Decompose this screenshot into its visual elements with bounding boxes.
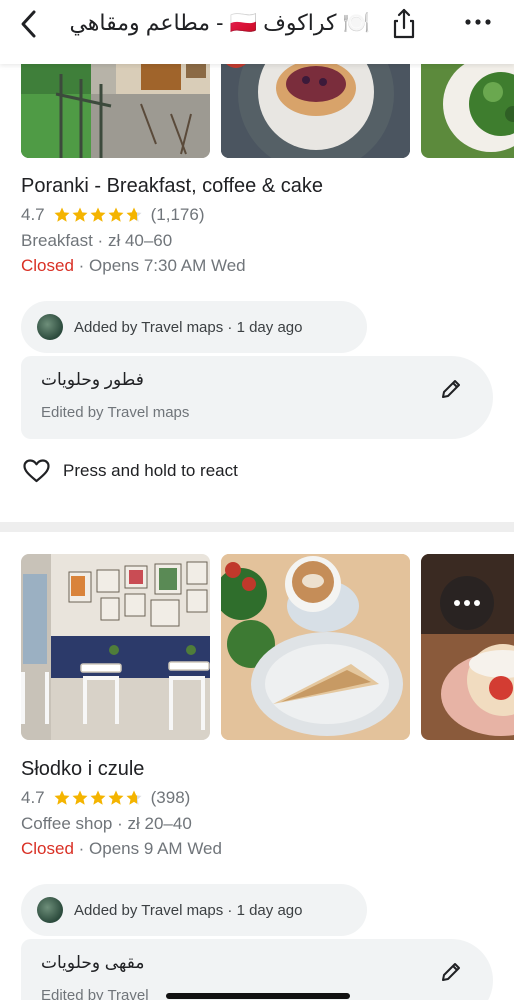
rating-value: 4.7: [21, 788, 45, 807]
share-icon: [393, 8, 415, 39]
place-photo-pancakes[interactable]: [221, 64, 410, 158]
price-range: zł 40–60: [107, 231, 173, 250]
note-card[interactable]: فطور وحلويات Edited by Travel maps: [21, 356, 493, 439]
share-button[interactable]: [390, 6, 418, 40]
list-title: 🍽️ كراكوف 🇵🇱 - مطاعم ومقاهي: [69, 10, 370, 35]
place-category: Breakfast: [21, 231, 93, 250]
react-row[interactable]: Press and hold to react: [23, 457, 238, 485]
avatar: [37, 897, 63, 923]
review-count[interactable]: (1,176): [151, 205, 205, 225]
place-photo-interior[interactable]: [21, 554, 210, 740]
place-list-screen: 🍽️ كراكوف 🇵🇱 - مطاعم ومقاهي Poranki - Br…: [0, 0, 514, 1000]
more-horizontal-icon: [465, 19, 491, 25]
rating-stars: [53, 206, 145, 224]
opening-hours: Opens 7:30 AM Wed: [89, 256, 246, 275]
open-status: Closed: [21, 256, 74, 275]
review-count[interactable]: (398): [151, 788, 191, 808]
home-indicator: [166, 993, 350, 999]
chevron-left-icon: [21, 10, 36, 38]
place-photos-row[interactable]: [0, 64, 514, 158]
more-options-button[interactable]: [462, 6, 494, 38]
pencil-icon: [442, 963, 460, 981]
place-photo-salad[interactable]: [421, 64, 514, 158]
category-price-line: Breakfast · zł 40–60: [21, 231, 173, 250]
avatar: [37, 314, 63, 340]
heart-icon: [23, 459, 50, 483]
added-by-chip[interactable]: Added by Travel maps · 1 day ago: [21, 301, 367, 353]
edit-note-button[interactable]: [439, 376, 463, 402]
open-status: Closed: [21, 839, 74, 858]
pencil-icon: [442, 380, 460, 398]
note-edited-by: Edited by Travel: [41, 987, 149, 1000]
note-edited-by: Edited by Travel maps: [41, 404, 190, 421]
back-button[interactable]: [14, 6, 46, 42]
edit-note-button[interactable]: [439, 959, 463, 985]
place-name[interactable]: Poranki - Breakfast, coffee & cake: [21, 175, 323, 198]
react-label: Press and hold to react: [63, 461, 238, 480]
rating-line: 4.7 (1,176): [21, 205, 205, 225]
place-photos-row[interactable]: [0, 554, 514, 740]
opening-status-line: Closed · Opens 7:30 AM Wed: [21, 256, 246, 275]
opening-hours: Opens 9 AM Wed: [89, 839, 222, 858]
rating-line: 4.7 (398): [21, 788, 190, 808]
rating-value: 4.7: [21, 205, 45, 224]
note-card[interactable]: مقهى وحلويات Edited by Travel: [21, 939, 493, 1000]
category-price-line: Coffee shop · zł 20–40: [21, 814, 192, 833]
more-horizontal-icon: [454, 600, 480, 606]
added-by-text: Added by Travel maps · 1 day ago: [74, 901, 303, 919]
section-divider: [0, 522, 514, 532]
top-app-bar: 🍽️ كراكوف 🇵🇱 - مطاعم ومقاهي: [0, 0, 514, 64]
place-name[interactable]: Słodko i czule: [21, 758, 144, 781]
star-rating-icon: [54, 790, 142, 805]
place-category: Coffee shop: [21, 814, 113, 833]
opening-status-line: Closed · Opens 9 AM Wed: [21, 839, 222, 858]
rating-stars: [53, 789, 145, 807]
place-photo-coffee-cake[interactable]: [221, 554, 410, 740]
price-range: zł 20–40: [127, 814, 192, 833]
added-by-text: Added by Travel maps · 1 day ago: [74, 318, 303, 336]
note-text: فطور وحلويات: [41, 370, 144, 389]
note-text: مقهى وحلويات: [41, 953, 145, 972]
star-rating-icon: [54, 207, 142, 222]
added-by-chip[interactable]: Added by Travel maps · 1 day ago: [21, 884, 367, 936]
more-photos-button[interactable]: [440, 576, 494, 630]
place-photo-exterior[interactable]: [21, 64, 210, 158]
